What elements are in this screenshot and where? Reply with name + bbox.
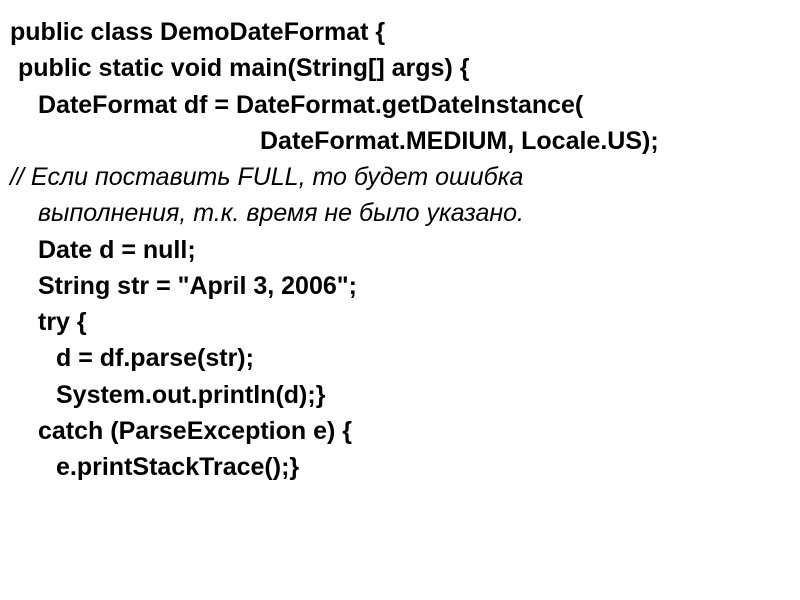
- code-line-4: DateFormat.MEDIUM, Locale.US);: [10, 123, 790, 159]
- code-line-12: catch (ParseException e) {: [10, 413, 790, 449]
- code-line-11: System.out.println(d);}: [10, 377, 790, 413]
- code-line-7: Date d = null;: [10, 232, 790, 268]
- code-line-3: DateFormat df = DateFormat.getDateInstan…: [10, 87, 790, 123]
- code-line-13: e.printStackTrace();}: [10, 449, 790, 485]
- code-comment-line-1: // Если поставить FULL, то будет ошибка: [10, 159, 790, 195]
- code-line-2: public static void main(String[] args) {: [10, 50, 790, 86]
- code-comment-line-2: выполнения, т.к. время не было указано.: [10, 195, 790, 231]
- code-line-10: d = df.parse(str);: [10, 340, 790, 376]
- code-line-8: String str = "April 3, 2006";: [10, 268, 790, 304]
- code-snippet: public class DemoDateFormat { public sta…: [0, 0, 800, 495]
- code-line-9: try {: [10, 304, 790, 340]
- code-line-1: public class DemoDateFormat {: [10, 14, 790, 50]
